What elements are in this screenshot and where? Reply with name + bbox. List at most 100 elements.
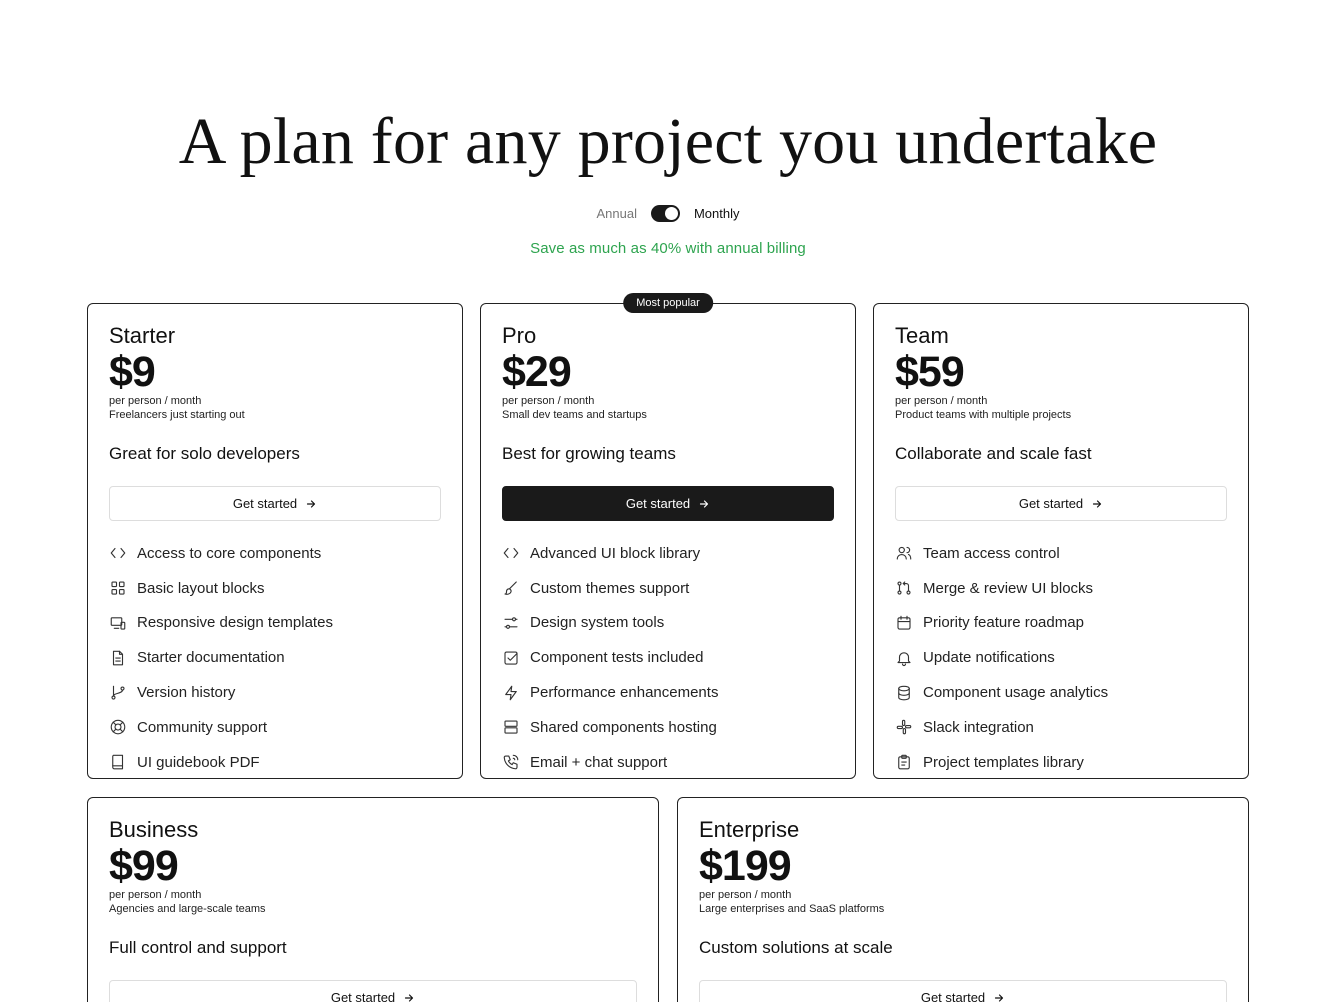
code-icon xyxy=(109,544,127,562)
plan-audience: Large enterprises and SaaS platforms xyxy=(699,903,885,915)
feature-item-custom-themes-support: Custom themes support xyxy=(502,571,834,606)
get-started-label: Get started xyxy=(1018,496,1084,511)
plan-card-team: Team $59 per person / month Product teams w… xyxy=(873,303,1249,779)
git-pull-request-icon xyxy=(895,579,913,597)
feature-item-component-tests-included: Component tests included xyxy=(502,640,834,675)
zap-icon xyxy=(502,684,520,702)
feature-label: UI guidebook PDF xyxy=(137,753,260,771)
arrow-right-icon xyxy=(993,992,1005,1002)
plan-name: Business xyxy=(109,817,199,842)
checkbox-icon xyxy=(502,649,520,667)
feature-label: Version history xyxy=(137,684,236,702)
feature-item-community-support: Community support xyxy=(109,710,441,745)
plan-audience: Freelancers just starting out xyxy=(109,409,245,421)
feature-label: Community support xyxy=(137,718,268,736)
plan-tagline: Great for solo developers xyxy=(109,444,300,463)
feature-label: Shared components hosting xyxy=(530,718,717,736)
feature-label: Component tests included xyxy=(530,649,704,667)
document-icon xyxy=(109,649,127,667)
slack-icon xyxy=(895,718,913,736)
lifebuoy-icon xyxy=(109,718,127,736)
feature-label: Performance enhancements xyxy=(530,684,719,702)
plan-period: per person / month xyxy=(109,395,202,407)
brush-icon xyxy=(502,579,520,597)
monthly-label[interactable]: Monthly xyxy=(694,206,740,221)
feature-label: Advanced UI block library xyxy=(530,544,701,562)
feature-label: Basic layout blocks xyxy=(137,579,265,597)
feature-label: Project templates library xyxy=(923,753,1084,771)
feature-item-project-templates-library: Project templates library xyxy=(895,745,1227,780)
feature-item-update-notifications: Update notifications xyxy=(895,640,1227,675)
server-icon xyxy=(502,718,520,736)
feature-label: Access to core components xyxy=(137,544,322,562)
feature-list: Team access control Merge & review UI bl… xyxy=(895,536,1227,780)
plan-name: Pro xyxy=(502,323,537,348)
plan-name: Enterprise xyxy=(699,817,800,842)
sliders-icon xyxy=(502,614,520,632)
git-branch-icon xyxy=(109,684,127,702)
phone-icon xyxy=(502,753,520,771)
feature-item-design-system-tools: Design system tools xyxy=(502,606,834,641)
get-started-button[interactable]: Get started xyxy=(109,980,637,1002)
plan-price: $29 xyxy=(502,348,572,396)
calendar-icon xyxy=(895,614,913,632)
feature-item-access-to-core-components: Access to core components xyxy=(109,536,441,571)
feature-item-performance-enhancements: Performance enhancements xyxy=(502,675,834,710)
feature-item-slack-integration: Slack integration xyxy=(895,710,1227,745)
plan-period: per person / month xyxy=(699,889,792,901)
plan-period: per person / month xyxy=(109,889,202,901)
plan-period: per person / month xyxy=(895,395,988,407)
arrow-right-icon xyxy=(403,992,415,1002)
feature-item-shared-components-hosting: Shared components hosting xyxy=(502,710,834,745)
feature-item-merge-review-ui-blocks: Merge & review UI blocks xyxy=(895,571,1227,606)
plan-name: Team xyxy=(895,323,949,348)
most-popular-badge: Most popular xyxy=(623,293,713,313)
plan-audience: Small dev teams and startups xyxy=(502,409,647,421)
feature-label: Slack integration xyxy=(923,718,1034,736)
savings-note: Save as much as 40% with annual billing xyxy=(530,240,806,257)
feature-item-priority-feature-roadmap: Priority feature roadmap xyxy=(895,606,1227,641)
switch-knob xyxy=(664,207,678,220)
feature-item-basic-layout-blocks: Basic layout blocks xyxy=(109,571,441,606)
feature-list: Access to core components Basic layout b… xyxy=(109,536,441,780)
feature-item-email-chat-support: Email + chat support xyxy=(502,745,834,780)
get-started-button[interactable]: Get started xyxy=(502,486,834,521)
feature-label: Responsive design templates xyxy=(137,614,333,632)
get-started-button[interactable]: Get started xyxy=(699,980,1227,1002)
bell-icon xyxy=(895,649,913,667)
get-started-button[interactable]: Get started xyxy=(109,486,441,521)
billing-switch[interactable] xyxy=(650,205,680,222)
book-icon xyxy=(109,753,127,771)
feature-label: Team access control xyxy=(923,544,1060,562)
plan-tagline: Custom solutions at scale xyxy=(699,938,893,957)
annual-label[interactable]: Annual xyxy=(596,206,636,221)
get-started-button[interactable]: Get started xyxy=(895,486,1227,521)
arrow-right-icon xyxy=(305,498,317,510)
plan-tagline: Best for growing teams xyxy=(502,444,676,463)
plan-card-enterprise: Enterprise $199 per person / month Large en… xyxy=(677,797,1249,1002)
users-icon xyxy=(895,544,913,562)
billing-toggle: Annual Monthly xyxy=(0,205,1336,222)
grid-icon xyxy=(109,579,127,597)
arrow-right-icon xyxy=(1091,498,1103,510)
feature-label: Custom themes support xyxy=(530,579,690,597)
feature-item-responsive-design-templates: Responsive design templates xyxy=(109,606,441,641)
plan-price: $9 xyxy=(109,348,156,396)
plan-audience: Product teams with multiple projects xyxy=(895,409,1072,421)
plan-card-starter: Starter $9 per person / month Freelancers j… xyxy=(87,303,463,779)
plan-card-pro: Most popular Pro $29 per person / month Smal… xyxy=(480,293,856,780)
plan-name: Starter xyxy=(109,323,176,348)
feature-item-ui-guidebook-pdf: UI guidebook PDF xyxy=(109,745,441,780)
feature-label: Priority feature roadmap xyxy=(923,614,1084,632)
plan-tagline: Collaborate and scale fast xyxy=(895,444,1092,463)
feature-item-advanced-ui-block-library: Advanced UI block library xyxy=(502,536,834,571)
clipboard-icon xyxy=(895,753,913,771)
get-started-label: Get started xyxy=(920,990,986,1002)
plan-period: per person / month xyxy=(502,395,595,407)
feature-item-version-history: Version history xyxy=(109,675,441,710)
feature-label: Merge & review UI blocks xyxy=(923,579,1094,597)
plan-price: $99 xyxy=(109,842,179,890)
feature-label: Design system tools xyxy=(530,614,665,632)
database-icon xyxy=(895,684,913,702)
feature-item-team-access-control: Team access control xyxy=(895,536,1227,571)
